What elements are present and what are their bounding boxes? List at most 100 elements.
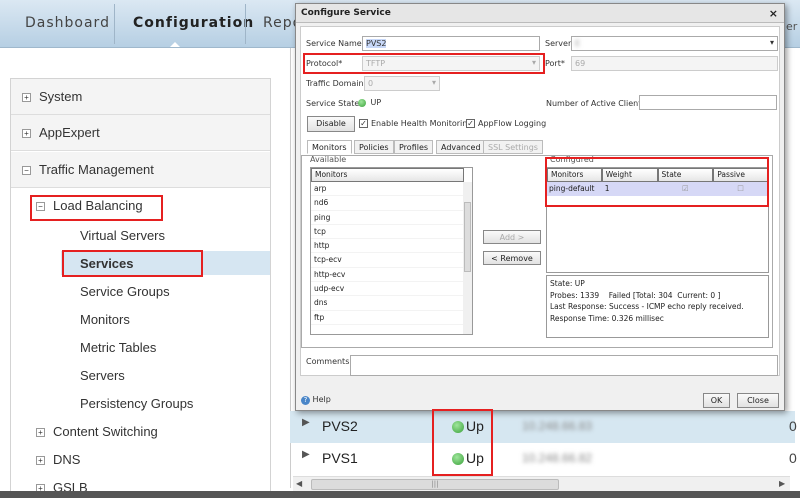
close-button[interactable]: Close (737, 393, 779, 408)
close-icon[interactable]: × (769, 7, 778, 20)
sidebar-item-servers[interactable]: Servers (80, 368, 125, 383)
comments-input[interactable] (350, 355, 778, 376)
label: Traffic Management (39, 162, 154, 177)
scrollbar-thumb[interactable] (464, 202, 471, 272)
scrollbar-thumb[interactable]: ||| (311, 479, 559, 490)
sidebar-item-services[interactable]: Services (80, 256, 134, 271)
scroll-right-icon[interactable]: ▶ (779, 479, 785, 488)
list-item[interactable]: udp-ecv (311, 282, 464, 297)
sidebar-item-service-groups[interactable]: Service Groups (80, 284, 170, 299)
column-header-weight[interactable]: Weight (601, 168, 658, 182)
checkbox-checked-icon[interactable]: ✓ (359, 119, 368, 128)
column-header-passive[interactable]: Passive (713, 168, 768, 182)
available-monitors-list[interactable]: Monitors arp nd6 ping tcp http tcp-ecv http-ec… (310, 167, 473, 335)
list-item[interactable]: http (311, 239, 464, 254)
state-checkbox[interactable]: ☑ (658, 182, 714, 196)
sidebar-item-content-switching[interactable]: + Content Switching (36, 424, 158, 439)
service-state: Up (452, 418, 484, 434)
service-name-label: Service Name* (306, 39, 366, 48)
collapse-icon: − (22, 166, 31, 176)
column-header-monitors[interactable]: Monitors (547, 168, 602, 182)
service-state-value: UP (358, 98, 381, 107)
list-item[interactable]: dns (311, 296, 464, 311)
sidebar-item-traffic-management[interactable]: − Traffic Management (22, 162, 154, 177)
list-item[interactable]: ping (311, 211, 464, 225)
tab-divider (245, 4, 246, 44)
horizontal-scrollbar[interactable]: ◀ ||| ▶ (293, 476, 790, 491)
detail-line: Response Time: 0.326 millisec (550, 313, 664, 323)
configured-label: Configured (550, 155, 594, 164)
service-state-label: Service State (306, 99, 360, 108)
passive-checkbox[interactable]: ☐ (713, 182, 768, 196)
configured-monitors-grid[interactable]: Monitors Weight State Passive ping-defau… (546, 167, 769, 273)
sidebar-item-load-balancing[interactable]: − Load Balancing (36, 198, 143, 213)
sidebar-item-virtual-servers[interactable]: Virtual Servers (80, 228, 165, 243)
port-input[interactable]: 69 (571, 56, 778, 71)
service-name: PVS2 (322, 418, 358, 434)
active-clients-input[interactable] (639, 95, 777, 110)
label: System (39, 89, 83, 104)
list-item[interactable]: http-ecv (311, 268, 464, 283)
detail-line: Probes: 1339 Failed [Total: 304 Current:… (550, 290, 721, 300)
grid-header: Monitors Weight State Passive (547, 168, 768, 182)
tab-profiles[interactable]: Profiles (394, 140, 434, 154)
column-header-state[interactable]: State (657, 168, 714, 182)
tab-ssl-settings[interactable]: SSL Settings (483, 140, 543, 154)
label: AppFlow Logging (478, 119, 547, 128)
chevron-down-icon: ▾ (431, 78, 436, 87)
tab-dashboard[interactable]: Dashboard (25, 15, 110, 31)
expand-arrow-icon[interactable]: ▶ (302, 417, 310, 428)
server-select[interactable]: E ▾ (571, 36, 778, 51)
dialog-title: Configure Service (301, 8, 391, 18)
remove-button[interactable]: < Remove (483, 251, 541, 265)
traffic-domain-label: Traffic Domain (306, 79, 364, 88)
scroll-left-icon[interactable]: ◀ (296, 479, 302, 488)
sidebar-item-metric-tables[interactable]: Metric Tables (80, 340, 156, 355)
help-link[interactable]: ? Help (301, 395, 331, 405)
appflow-logging-checkbox[interactable]: ✓ AppFlow Logging (466, 119, 546, 128)
monitor-weight: 1 (604, 184, 610, 193)
cell-fragment: 0 (789, 418, 797, 434)
label: AppExpert (39, 125, 100, 140)
label: Help (312, 395, 331, 404)
list-item[interactable]: tcp-ecv (311, 253, 464, 268)
column-header-fragment: er (786, 20, 798, 33)
disable-button[interactable]: Disable (307, 116, 355, 132)
tab-monitors[interactable]: Monitors (307, 140, 352, 154)
service-name-input[interactable]: PVS2 (362, 36, 540, 51)
collapse-icon: − (36, 202, 45, 212)
tab-policies[interactable]: Policies (354, 140, 394, 154)
tab-advanced[interactable]: Advanced (436, 140, 486, 154)
chevron-down-icon: ▾ (531, 58, 536, 67)
expand-icon: + (36, 456, 45, 466)
sidebar-item-appexpert[interactable]: + AppExpert (22, 125, 100, 140)
traffic-domain-select[interactable]: 0 ▾ (364, 76, 440, 91)
monitor-name: ping-default (549, 184, 595, 193)
expand-arrow-icon[interactable]: ▶ (302, 449, 310, 460)
table-row[interactable]: ▶ PVS1 Up 10.248.66.82 0 (290, 443, 797, 475)
sidebar-item-dns[interactable]: + DNS (36, 452, 80, 467)
vertical-scrollbar[interactable] (463, 182, 472, 334)
list-item[interactable]: nd6 (311, 196, 464, 211)
status-up-icon (358, 98, 366, 107)
expand-icon: + (36, 428, 45, 438)
sidebar-item-monitors[interactable]: Monitors (80, 312, 130, 327)
list-item[interactable]: arp (311, 182, 464, 197)
value: TFTP (366, 59, 386, 68)
enable-health-monitoring-checkbox[interactable]: ✓ Enable Health Monitoring (359, 119, 472, 128)
detail-line: Last Response: Success - ICMP echo reply… (550, 302, 744, 311)
sidebar-item-persistency-groups[interactable]: Persistency Groups (80, 396, 193, 411)
column-header-monitors[interactable]: Monitors (311, 168, 464, 182)
add-button[interactable]: Add > (483, 230, 541, 244)
tab-configuration[interactable]: Configuration (133, 15, 254, 31)
ok-button[interactable]: OK (703, 393, 730, 408)
window-bottom-border (0, 491, 800, 498)
list-item[interactable]: tcp (311, 225, 464, 240)
table-row[interactable]: ping-default 1 ☑ ☐ (547, 182, 768, 196)
sidebar-item-system[interactable]: + System (22, 89, 82, 104)
available-label: Available (310, 155, 347, 164)
protocol-select[interactable]: TFTP ▾ (362, 56, 540, 71)
list-item[interactable]: ftp (311, 311, 464, 325)
checkbox-checked-icon[interactable]: ✓ (466, 119, 475, 128)
table-row[interactable]: ▶ PVS2 Up 10.248.66.83 0 (290, 411, 797, 443)
